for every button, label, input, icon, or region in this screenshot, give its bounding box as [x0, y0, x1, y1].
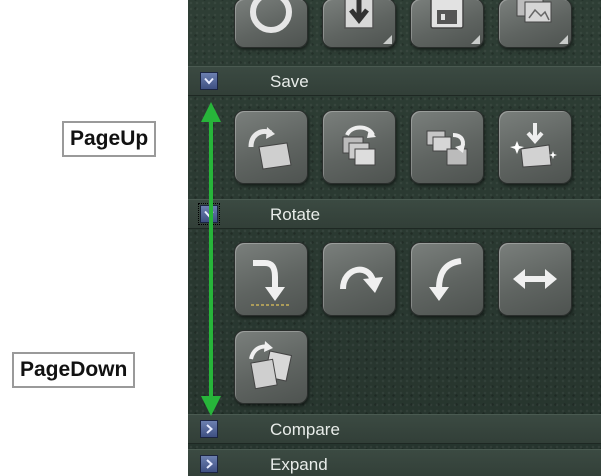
expand-toggle-compare[interactable] [200, 420, 218, 438]
section-label-rotate: Rotate [270, 205, 321, 224]
move-files-button[interactable] [410, 110, 484, 184]
rotate-counterclockwise-button[interactable] [410, 242, 484, 316]
section-label-compare: Compare [270, 420, 340, 439]
section-header-save[interactable]: Save [188, 66, 601, 96]
rotate-right-arrow-button[interactable] [234, 242, 308, 316]
rotate-clockwise-icon [340, 266, 383, 293]
import-sparkle-icon [510, 123, 557, 168]
scroll-range-arrow-icon [201, 102, 221, 416]
floppy-save-icon [430, 0, 464, 29]
floppy-save-button[interactable] [410, 0, 484, 48]
circle-tool-icon [250, 0, 292, 33]
expand-toggle-expand[interactable] [200, 455, 218, 473]
open-folder-button[interactable] [234, 110, 308, 184]
copy-files-icon [342, 125, 376, 166]
chevron-right-icon [206, 424, 214, 434]
collapse-toggle-save[interactable] [200, 72, 218, 90]
auto-rotate-icon [249, 341, 293, 390]
section-label-save: Save [270, 72, 309, 91]
import-sparkle-button[interactable] [498, 110, 572, 184]
section-header-expand[interactable]: Expand [188, 449, 601, 476]
section-header-compare[interactable]: Compare [188, 414, 601, 444]
move-files-icon [426, 130, 468, 166]
pageup-key-label: PageUp [62, 121, 157, 157]
copy-files-button[interactable] [322, 110, 396, 184]
flip-horizontal-button[interactable] [498, 242, 572, 316]
auto-rotate-button[interactable] [234, 330, 308, 404]
circle-tool-button[interactable] [234, 0, 308, 48]
rotate-clockwise-button[interactable] [322, 242, 396, 316]
open-folder-icon [248, 127, 292, 170]
download-export-icon [344, 0, 374, 29]
image-stack-button[interactable] [498, 0, 572, 48]
chevron-right-icon [206, 459, 214, 469]
flip-horizontal-icon [513, 269, 557, 289]
rotate-counterclockwise-icon [429, 258, 462, 301]
download-export-button[interactable] [322, 0, 396, 48]
submenu-indicator [471, 35, 480, 44]
chevron-down-icon [204, 77, 214, 85]
image-stack-icon [516, 0, 552, 23]
section-label-expand: Expand [270, 455, 328, 474]
pagedown-key-label: PageDown [12, 352, 136, 388]
submenu-indicator [383, 35, 392, 44]
toolbar-panel: Save Rotate Compare Expand [188, 0, 601, 476]
section-header-rotate[interactable]: Rotate [188, 199, 601, 229]
submenu-indicator [559, 35, 568, 44]
rotate-right-arrow-icon [251, 260, 291, 306]
